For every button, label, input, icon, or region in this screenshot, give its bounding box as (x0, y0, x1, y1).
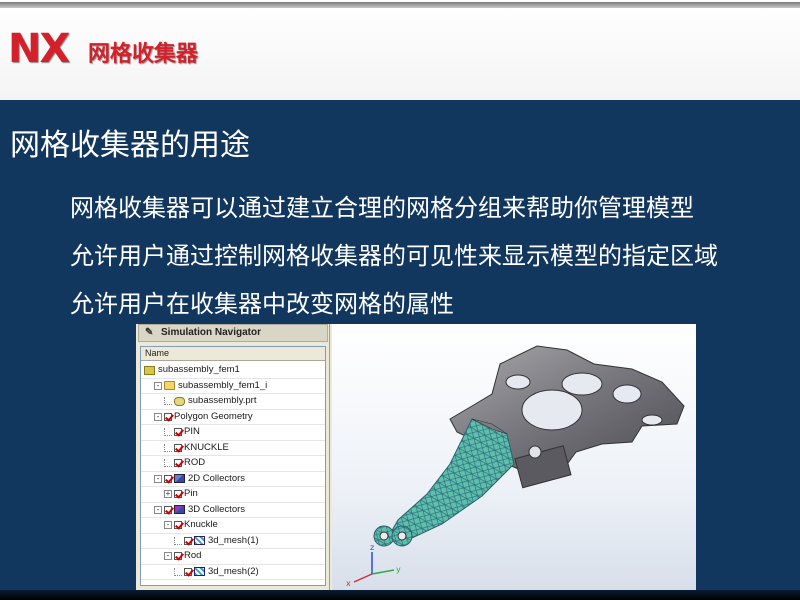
tree-item[interactable]: KNUCKLE (164, 441, 229, 455)
tree-item[interactable]: - Polygon Geometry (154, 410, 253, 424)
mesh-model-svg: z y x (346, 345, 685, 588)
simulation-navigator: ✎ Simulation Navigator Name subassembly_… (136, 324, 330, 590)
bullet-3: 允许用户在收集器中改变网格的属性 (70, 290, 454, 318)
visibility-checkbox[interactable] (184, 567, 192, 576)
expand-icon[interactable]: + (164, 490, 172, 498)
nx-screenshot: ✎ Simulation Navigator Name subassembly_… (136, 324, 696, 590)
folder-icon (164, 381, 175, 390)
visibility-checkbox[interactable] (174, 428, 182, 436)
tree-item[interactable]: - subassembly_fem1_i (154, 379, 267, 393)
visibility-checkbox[interactable] (174, 490, 182, 498)
tree-item-label: 3d_mesh(2) (208, 565, 259, 577)
tree-item-label: Pin (184, 488, 198, 499)
tree-item-label: 3D Collectors (188, 503, 246, 515)
collapse-icon[interactable]: - (164, 521, 172, 529)
triad-x-label: x (346, 579, 351, 588)
bottom-bar (0, 590, 800, 600)
header-rule (0, 2, 800, 8)
rod-mesh (389, 418, 515, 539)
navigator-title-bar[interactable]: ✎ Simulation Navigator (138, 324, 328, 342)
tree-connector (164, 397, 172, 405)
bullet-2: 允许用户通过控制网格收集器的可见性来显示模型的指定区域 (70, 242, 718, 270)
tree-item-label: subassembly_fem1_i (178, 379, 268, 391)
tree-item-label: Polygon Geometry (174, 410, 253, 422)
visibility-checkbox[interactable] (164, 412, 172, 421)
tree-item-label: 2D Collectors (188, 472, 246, 484)
header-title: 网格收集器 (88, 42, 199, 67)
collapse-icon[interactable]: - (154, 505, 162, 514)
collapse-icon[interactable]: - (154, 381, 162, 390)
tree-item[interactable]: 3d_mesh(2) (174, 565, 259, 579)
tree-item[interactable]: subassembly.prt (164, 394, 256, 408)
tree-item-label: subassembly.prt (188, 395, 257, 406)
tree-item-label: Knuckle (184, 519, 218, 530)
collector-3d-icon (174, 505, 185, 514)
navigator-icon: ✎ (145, 327, 154, 338)
tree-item-label: ROD (184, 457, 206, 468)
tree-connector (164, 428, 172, 436)
tree-connector (174, 567, 182, 576)
visibility-checkbox[interactable] (164, 505, 172, 514)
bullet-1: 网格收集器可以通过建立合理的网格分组来帮助你管理模型 (70, 194, 694, 222)
mesh-icon (194, 567, 205, 576)
collapse-icon[interactable]: - (164, 552, 172, 560)
mesh-icon (194, 536, 205, 545)
row-divider (141, 579, 325, 580)
visibility-checkbox[interactable] (174, 552, 182, 560)
tree-item[interactable]: ROD (164, 456, 205, 470)
visibility-checkbox[interactable] (174, 443, 182, 452)
tree-connector (164, 443, 172, 452)
visibility-checkbox[interactable] (184, 536, 192, 545)
triad-y-label: y (396, 565, 401, 574)
navigator-title: Simulation Navigator (161, 327, 262, 338)
tree-item[interactable]: + Pin (164, 487, 198, 501)
tree-item[interactable]: PIN (164, 425, 200, 439)
header: NX 网格收集器 (0, 0, 800, 100)
visibility-checkbox[interactable] (174, 459, 182, 467)
tree-item-label: Rod (184, 550, 202, 561)
view-triad: z y x (346, 543, 401, 588)
collapse-icon[interactable]: - (154, 412, 162, 421)
navigator-tree[interactable]: Name subassembly_fem1 - subassembly_fem1_i… (140, 346, 326, 586)
tree-connector (174, 536, 182, 545)
triad-z-label: z (370, 543, 374, 552)
visibility-checkbox[interactable] (164, 474, 172, 483)
tree-item[interactable]: - Rod (164, 549, 201, 563)
tree-item[interactable]: 3d_mesh(1) (174, 534, 259, 548)
collector-2d-icon (174, 474, 185, 483)
visibility-checkbox[interactable] (174, 521, 182, 529)
tree-item-label: PIN (184, 426, 200, 437)
fem-icon (144, 365, 155, 375)
tree-item-label: subassembly_fem1 (158, 364, 240, 375)
tree-item[interactable]: - 2D Collectors (154, 472, 245, 486)
tree-connector (164, 459, 172, 467)
slide-title: 网格收集器的用途 (10, 128, 250, 163)
tree-item[interactable]: - 3D Collectors (154, 503, 245, 517)
nx-logo: NX (8, 26, 70, 72)
tree-item[interactable]: subassembly_fem1 (144, 363, 240, 377)
column-header-name[interactable]: Name (141, 347, 325, 361)
graphics-viewport[interactable]: z y x (332, 324, 696, 590)
part-icon (174, 396, 185, 406)
tree-item-label: KNUCKLE (184, 441, 229, 453)
tree-item[interactable]: - Knuckle (164, 518, 218, 532)
tree-item-label: 3d_mesh(1) (208, 534, 259, 546)
collapse-icon[interactable]: - (154, 474, 162, 483)
